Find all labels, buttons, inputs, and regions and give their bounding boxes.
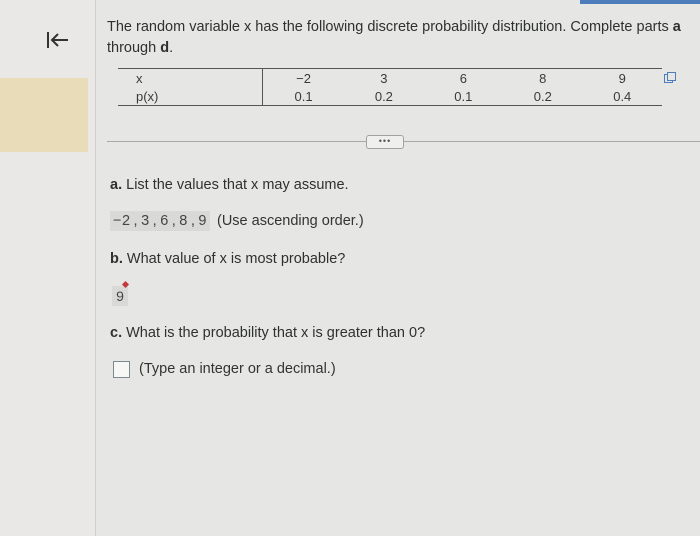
part-c-hint: (Type an integer or a decimal.) — [139, 361, 336, 377]
question-through: through — [107, 40, 157, 56]
p-value: 0.4 — [582, 87, 662, 106]
part-a-letter: a — [672, 19, 681, 35]
part-a-label: a. — [110, 177, 123, 193]
table-row-px: p(x) 0.1 0.2 0.1 0.2 0.4 — [118, 87, 662, 106]
part-b-label: b. — [110, 251, 123, 267]
part-a-hint: (Use ascending order.) — [216, 213, 364, 229]
p-value: 0.2 — [503, 87, 583, 106]
answer-value: 9 — [198, 213, 207, 229]
row-label-px: p(x) — [118, 87, 263, 106]
part-c-text: What is the probability that x is greate… — [126, 325, 426, 341]
selected-question-highlight — [0, 78, 88, 152]
x-value: 3 — [344, 68, 424, 87]
x-value: 8 — [503, 68, 583, 87]
part-b-answer: 9 — [112, 286, 128, 306]
part-d-letter: d — [160, 40, 170, 56]
answer-value: 8 — [179, 213, 188, 229]
x-value: 9 — [582, 68, 662, 87]
part-a-question: a. List the values that x may assume. — [110, 177, 349, 193]
answer-value: −2 — [113, 213, 131, 229]
distribution-table: x −2 3 6 8 9 p(x) 0.1 0.2 0.1 0.2 0.4 — [118, 68, 662, 106]
p-value: 0.2 — [344, 87, 424, 106]
question-prefix: The random variable x has the following … — [107, 19, 669, 35]
answer-value: 6 — [160, 213, 169, 229]
row-label-x: x — [118, 68, 263, 87]
part-c-question: c. What is the probability that x is gre… — [110, 325, 425, 341]
x-value: −2 — [262, 68, 345, 87]
copy-icon — [664, 72, 676, 83]
copy-table-button[interactable] — [664, 71, 676, 83]
part-b-question: b. What value of x is most probable? — [110, 251, 345, 267]
top-accent-bar — [580, 0, 700, 4]
part-c-answer-input[interactable] — [113, 361, 130, 378]
collapse-panel-button[interactable] — [42, 26, 72, 56]
p-value: 0.1 — [262, 87, 345, 106]
left-panel — [0, 0, 96, 536]
expand-more-button[interactable]: ••• — [366, 135, 404, 149]
x-value: 6 — [423, 68, 504, 87]
question-text: The random variable x has the following … — [107, 19, 681, 56]
part-c-label: c. — [110, 325, 123, 341]
part-b-text: What value of x is most probable? — [126, 251, 346, 267]
answer-value: 3 — [141, 213, 150, 229]
table-row-x: x −2 3 6 8 9 — [118, 68, 662, 87]
part-a-text: List the values that x may assume. — [126, 177, 349, 193]
part-a-answer: −2, 3, 6, 8, 9 — [110, 211, 210, 231]
p-value: 0.1 — [423, 87, 504, 106]
part-a-answer-row: −2, 3, 6, 8, 9 (Use ascending order.) — [110, 211, 364, 231]
collapse-left-icon — [47, 32, 68, 48]
